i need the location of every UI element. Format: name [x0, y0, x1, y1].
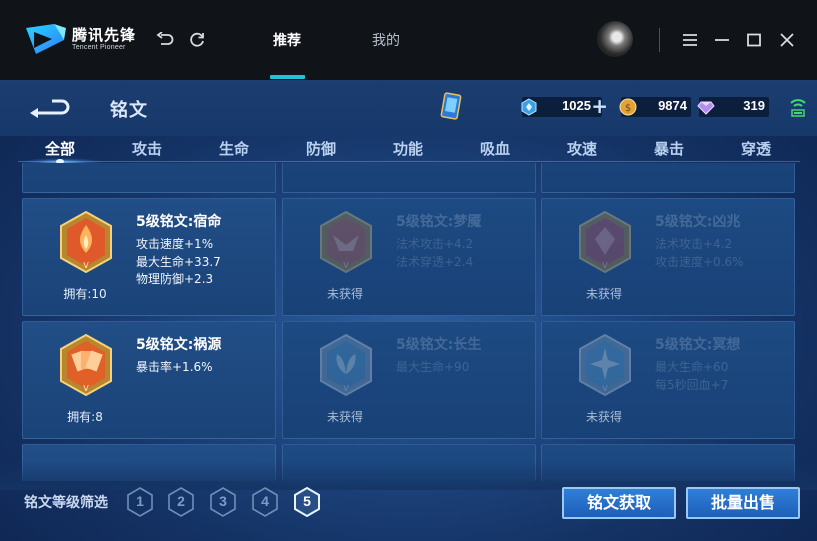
rune-card-suming[interactable]: V 5级铭文:宿命 攻击速度+1% 最大生命+33.7 物理防御+2.3 拥有:… [22, 198, 276, 316]
rune-card-partial[interactable] [282, 163, 536, 193]
rune-stat: 攻击速度+0.6% [655, 255, 744, 269]
rune-name: 5级铭文:冥想 [655, 337, 741, 353]
diamond-coupon-icon [521, 98, 537, 116]
rune-card-mengyan[interactable]: V 5级铭文:梦魇 法术攻击+4.2 法术穿透+2.4 未获得 [282, 198, 536, 316]
rune-not-obtained: 未获得 [326, 410, 363, 424]
rune-card-icon[interactable] [440, 92, 462, 122]
currency-crystal: 319 [697, 97, 769, 117]
tab-divider [18, 161, 800, 162]
rune-name: 5级铭文:梦魇 [396, 214, 482, 230]
rune-xiongzhao-icon: V [579, 211, 631, 273]
rune-card-partial[interactable] [22, 163, 276, 193]
rune-name: 5级铭文:凶兆 [655, 214, 741, 230]
currency-gold: $ 9874 [619, 97, 691, 117]
rune-stat: 最大生命+33.7 [136, 255, 221, 269]
tab-utility[interactable]: 功能 [378, 138, 438, 159]
rune-stat: 暴击率+1.6% [136, 360, 213, 374]
minimize-icon[interactable] [712, 30, 732, 50]
rune-not-obtained: 未获得 [326, 287, 363, 301]
rune-not-obtained: 未获得 [585, 287, 622, 301]
tab-defense[interactable]: 防御 [291, 138, 351, 159]
gold-value: 9874 [658, 98, 687, 113]
close-icon[interactable] [777, 30, 797, 50]
tab-penetration[interactable]: 穿透 [726, 138, 786, 159]
rune-card-xiongzhao[interactable]: V 5级铭文:凶兆 法术攻击+4.2 攻击速度+0.6% 未获得 [541, 198, 795, 316]
svg-text:V: V [343, 384, 349, 393]
rune-grid: V 5级铭文:宿命 攻击速度+1% 最大生命+33.7 物理防御+2.3 拥有:… [0, 163, 817, 481]
page-title: 铭文 [110, 100, 148, 121]
brand: 腾讯先锋 Tencent Pioneer [72, 27, 136, 51]
rune-category-tabs: 全部 攻击 生命 防御 功能 吸血 攻速 暴击 穿透 [0, 136, 817, 166]
rune-owned-count: 拥有:8 [67, 410, 103, 424]
currency-coupon: 1025 + [521, 96, 608, 117]
rune-card-huoyuan[interactable]: V 5级铭文:祸源 暴击率+1.6% 拥有:8 [22, 321, 276, 439]
divider [659, 28, 660, 52]
crystal-value: 319 [743, 98, 765, 113]
menu-icon[interactable] [680, 30, 700, 50]
tab-lifesteal[interactable]: 吸血 [465, 138, 525, 159]
rune-changsheng-icon: V [320, 334, 372, 396]
tab-attack[interactable]: 攻击 [117, 138, 177, 159]
add-coupon-button[interactable]: + [591, 96, 608, 116]
rune-owned-count: 拥有:10 [63, 287, 107, 301]
rune-mengyan-icon: V [320, 211, 372, 273]
gold-coin-icon: $ [619, 98, 637, 116]
rune-not-obtained: 未获得 [585, 410, 622, 424]
tab-critical[interactable]: 暴击 [639, 138, 699, 159]
level-filter-4[interactable]: 4 [251, 487, 279, 517]
svg-text:V: V [83, 261, 89, 270]
launcher-titlebar: 腾讯先锋 Tencent Pioneer 推荐 我的 [0, 0, 817, 80]
nav-tab-recommend[interactable]: 推荐 [273, 30, 301, 50]
brand-name: 腾讯先锋 [72, 26, 137, 44]
rune-name: 5级铭文:长生 [396, 337, 482, 353]
level-filter-2[interactable]: 2 [167, 487, 195, 517]
obtain-rune-button[interactable]: 铭文获取 [562, 487, 676, 519]
refresh-icon[interactable] [187, 30, 207, 50]
tab-health[interactable]: 生命 [204, 138, 264, 159]
rune-stat: 最大生命+90 [396, 360, 470, 374]
coupon-value: 1025 [562, 98, 591, 113]
rune-stat: 最大生命+60 [655, 360, 729, 374]
brand-name-en: Tencent Pioneer [72, 44, 126, 51]
svg-text:V: V [602, 261, 608, 270]
rune-stat: 法术穿透+2.4 [396, 255, 474, 269]
level-filter-1[interactable]: 1 [126, 487, 154, 517]
tab-attack-speed[interactable]: 攻速 [552, 138, 612, 159]
batch-sell-button[interactable]: 批量出售 [686, 487, 800, 519]
svg-text:V: V [602, 384, 608, 393]
undo-icon[interactable] [155, 30, 175, 50]
tab-all[interactable]: 全部 [30, 138, 90, 159]
network-signal-icon [790, 99, 806, 117]
level-filter-label: 铭文等级筛选 [24, 495, 108, 511]
back-arrow-icon[interactable] [28, 96, 70, 118]
game-viewport: 铭文 1025 + $ 9874 319 全部 攻击 生命 防御 功能 吸血 攻… [0, 80, 817, 541]
rune-stat: 法术攻击+4.2 [396, 237, 474, 251]
svg-text:$: $ [625, 103, 631, 114]
svg-text:V: V [83, 384, 89, 393]
grid-bottom-fade [0, 460, 817, 490]
nav-active-indicator [270, 75, 305, 79]
rune-stat: 法术攻击+4.2 [655, 237, 733, 251]
svg-text:V: V [343, 261, 349, 270]
crystal-icon [697, 101, 715, 115]
rune-card-mingxiang[interactable]: V 5级铭文:冥想 最大生命+60 每5秒回血+7 未获得 [541, 321, 795, 439]
rune-huoyuan-icon: V [60, 334, 112, 396]
level-filter-5-selected[interactable]: 5 [293, 487, 321, 517]
rune-name: 5级铭文:祸源 [136, 337, 222, 353]
nav-tab-mine[interactable]: 我的 [372, 30, 400, 50]
rune-card-changsheng[interactable]: V 5级铭文:长生 最大生命+90 未获得 [282, 321, 536, 439]
rune-stat: 物理防御+2.3 [136, 272, 214, 286]
avatar[interactable] [597, 21, 633, 57]
maximize-icon[interactable] [744, 30, 764, 50]
rune-stat: 每5秒回血+7 [655, 378, 729, 392]
rune-suming-icon: V [60, 211, 112, 273]
rune-stat: 攻击速度+1% [136, 237, 214, 251]
tencent-pioneer-logo [26, 24, 66, 54]
rune-card-partial[interactable] [541, 163, 795, 193]
level-filter-3[interactable]: 3 [209, 487, 237, 517]
rune-name: 5级铭文:宿命 [136, 214, 222, 230]
rune-mingxiang-icon: V [579, 334, 631, 396]
